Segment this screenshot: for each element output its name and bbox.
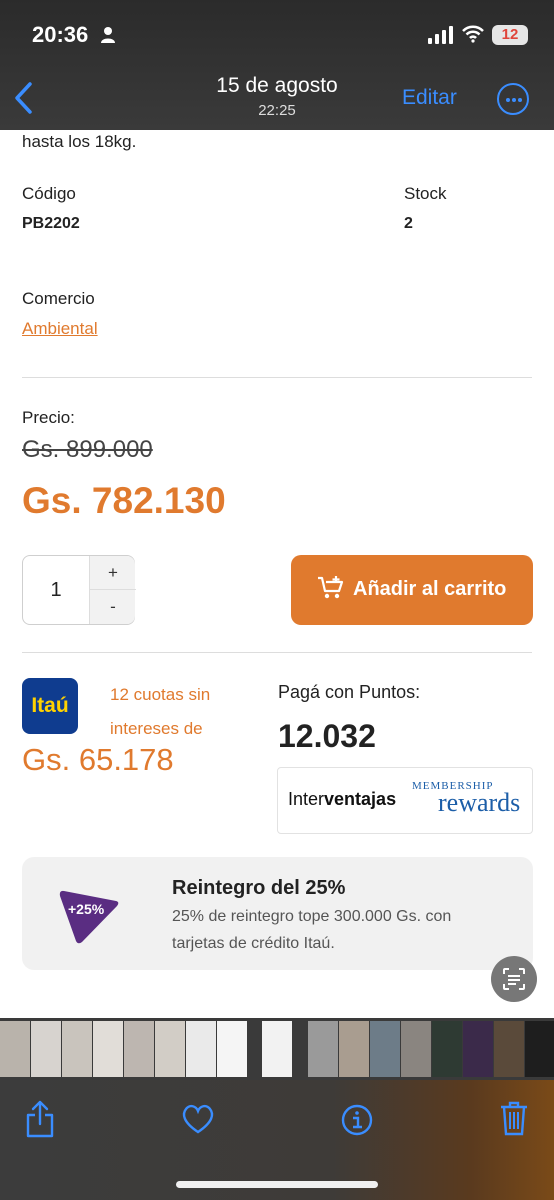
top-bar: 20:36 12 15 de agosto 22:25 Editar bbox=[0, 0, 554, 130]
promo-title: Reintegro del 25% bbox=[172, 877, 346, 899]
code-value: PB2202 bbox=[22, 215, 80, 232]
share-icon[interactable] bbox=[24, 1100, 56, 1138]
add-to-cart-button[interactable]: Añadir al carrito bbox=[291, 555, 533, 625]
store-link[interactable]: Ambiental bbox=[22, 319, 98, 339]
points-value: 12.032 bbox=[278, 718, 376, 754]
person-icon bbox=[101, 27, 115, 43]
wifi-icon bbox=[462, 25, 484, 43]
installments-text: 12 cuotas sin intereses de bbox=[110, 685, 211, 738]
itau-logo: Itaú bbox=[22, 678, 78, 734]
interventajas-a: Inter bbox=[288, 789, 325, 809]
itau-logo-text: Itaú bbox=[31, 694, 69, 717]
quantity-stepper: 1 + - bbox=[22, 555, 136, 625]
quantity-minus-button[interactable]: - bbox=[90, 590, 136, 624]
divider bbox=[22, 652, 532, 653]
promo-badge-text: +25% bbox=[68, 901, 105, 917]
live-text-button[interactable] bbox=[491, 956, 537, 1002]
percent-badge-icon: +25% bbox=[59, 890, 119, 944]
product-detail: hasta los 18kg. Código PB2202 Stock 2 Co… bbox=[0, 130, 554, 1018]
quantity-plus-button[interactable]: + bbox=[90, 556, 136, 590]
status-bar: 20:36 12 bbox=[0, 0, 554, 70]
nav-date: 15 de agosto bbox=[216, 74, 338, 97]
promo-text: 25% de reintegro tope 300.000 Gs. con ta… bbox=[172, 908, 452, 952]
current-price: Gs. 782.130 bbox=[22, 480, 226, 521]
stock-label: Stock bbox=[404, 184, 447, 203]
rewards-logos: Interventajas MEMBERSHIP rewards bbox=[277, 767, 533, 834]
info-icon[interactable] bbox=[341, 1104, 373, 1136]
edit-button[interactable]: Editar bbox=[402, 86, 457, 110]
photo-filmstrip[interactable] bbox=[0, 1018, 554, 1080]
points-label: Pagá con Puntos: bbox=[278, 682, 421, 702]
store-label: Comercio bbox=[22, 289, 95, 308]
more-icon[interactable] bbox=[497, 83, 529, 115]
signal-icon bbox=[428, 26, 453, 44]
membership-rewards-logo: rewards bbox=[438, 788, 521, 817]
status-time: 20:36 bbox=[32, 22, 89, 47]
add-to-cart-label: Añadir al carrito bbox=[353, 578, 507, 600]
home-indicator bbox=[176, 1181, 378, 1188]
stock-value: 2 bbox=[404, 215, 413, 232]
cashback-promo: +25% Reintegro del 25% 25% de reintegro … bbox=[22, 857, 533, 970]
code-label: Código bbox=[22, 184, 76, 203]
installment-amount: Gs. 65.178 bbox=[22, 742, 174, 777]
interventajas-logo: Interventajas bbox=[288, 789, 396, 810]
divider bbox=[22, 377, 532, 378]
trash-icon[interactable] bbox=[499, 1100, 529, 1136]
interventajas-b: ventajas bbox=[324, 789, 397, 809]
old-price: Gs. 899.000 bbox=[22, 436, 153, 463]
nav-time: 22:25 bbox=[258, 102, 296, 119]
battery-indicator: 12 bbox=[492, 25, 528, 45]
quantity-input[interactable]: 1 bbox=[23, 556, 89, 624]
live-text-icon bbox=[503, 968, 525, 990]
quantity-buttons: + - bbox=[89, 556, 136, 624]
cart-plus-icon bbox=[318, 576, 344, 599]
photo-thumbnails[interactable] bbox=[0, 1018, 554, 1080]
price-label: Precio: bbox=[22, 408, 75, 427]
product-description: hasta los 18kg. bbox=[22, 132, 137, 151]
heart-icon[interactable] bbox=[181, 1104, 215, 1134]
